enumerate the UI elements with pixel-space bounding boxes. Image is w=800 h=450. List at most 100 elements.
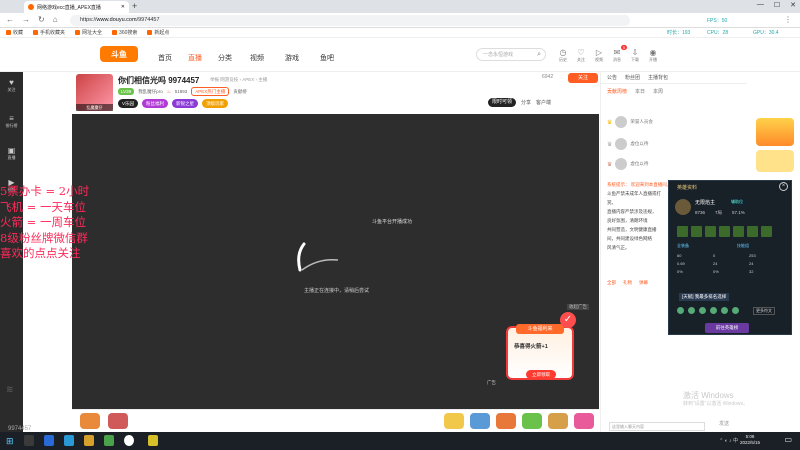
viewer-count: 6942 <box>542 74 554 80</box>
rank-row[interactable]: ♛ 荣誉人员会 <box>607 116 653 128</box>
anchor-name[interactable]: 我乱魔仔pro <box>138 89 163 95</box>
site-logo[interactable]: 斗鱼 <box>100 46 138 62</box>
home-icon[interactable]: ⌂ <box>53 15 58 24</box>
fps-label: FPS：50 <box>707 18 728 24</box>
follow-button[interactable]: 关注 <box>568 73 598 83</box>
tab-notice[interactable]: 公告 <box>607 74 617 81</box>
badge-top[interactable]: 顶级玩家 <box>202 99 229 108</box>
send-button[interactable]: 发送 <box>719 420 729 427</box>
bookmark-item[interactable]: 新起点 <box>147 29 169 36</box>
tab-backpack[interactable]: 主播背包 <box>648 74 668 81</box>
header-history[interactable]: ◷ 历史 <box>555 48 571 63</box>
sidebar-item-rank[interactable]: ≡ 排行榜 <box>0 114 23 129</box>
gift-item[interactable] <box>80 413 100 429</box>
browser-tab[interactable]: 网络游戏ecc直播_APEX直播 ✕ <box>24 1 129 13</box>
system-tray[interactable]: ⌃ ◐ ♪ 中 <box>719 437 738 444</box>
video-player[interactable]: 斗鱼平台开播成功 主播正在连接中，请稍后尝试 收起广告 斗鱼福利来 ✓ 恭喜得火… <box>72 114 599 409</box>
bookmark-item[interactable]: 收藏 <box>6 29 23 36</box>
client-button[interactable]: 客户端 <box>536 99 551 106</box>
maximize-icon[interactable]: ☐ <box>774 1 780 9</box>
limited-offer-button[interactable]: 限时可领 <box>488 98 517 107</box>
minimize-icon[interactable]: — <box>757 1 764 9</box>
taskbar-app-icon[interactable] <box>64 435 74 446</box>
ad-claim-button[interactable]: 立即领取 <box>526 370 556 379</box>
tab-close-icon[interactable]: ✕ <box>121 4 125 10</box>
gift-item[interactable] <box>496 413 516 429</box>
reload-icon[interactable]: ↻ <box>38 15 45 24</box>
gift-item[interactable] <box>470 413 490 429</box>
anchor-line: LV39 我乱魔仔pro ♨ 51893 APEX热门主播 贡献榜 <box>118 87 247 96</box>
search-input[interactable]: 一念永恒游戏 ⌕ <box>476 48 546 61</box>
hero-rank-button[interactable]: 前往英雄榜 <box>705 323 749 333</box>
promo-item[interactable] <box>756 118 794 146</box>
bookmark-item[interactable]: 网址大全 <box>75 29 102 36</box>
bookmark-item[interactable]: 360搜索 <box>112 29 137 36</box>
hot-icon: ♨ <box>166 88 171 94</box>
taskbar-app-icon[interactable] <box>148 435 158 446</box>
nav-games[interactable]: 游戏 <box>285 53 299 63</box>
search-icon[interactable]: ⌕ <box>537 49 541 61</box>
rank-tab[interactable]: 贡献周榜 <box>607 88 627 95</box>
apex-tag[interactable]: APEX热门主播 <box>191 87 230 96</box>
contrib-tag[interactable]: 贡献榜 <box>233 89 247 95</box>
more-runes-button[interactable]: 更多符文 <box>753 307 775 315</box>
chat-tab[interactable]: 弹幕 <box>639 280 648 286</box>
taskbar-app-icon[interactable] <box>124 435 134 446</box>
forward-icon[interactable]: → <box>22 15 30 24</box>
new-tab-button[interactable]: + <box>132 1 137 11</box>
tab-fans[interactable]: 粉丝团 <box>625 74 640 81</box>
badge-star[interactable]: 新锐之星 <box>172 99 199 108</box>
bookmark-item[interactable]: 手机收藏夹 <box>33 29 65 36</box>
url-scheme: https:// <box>80 17 97 23</box>
chat-line: 共同营造，文明健康直播 <box>607 227 657 232</box>
broadcast-icon: ◉ <box>649 48 657 57</box>
gift-item[interactable] <box>574 413 594 429</box>
badge-vpark[interactable]: V乐园 <box>118 99 139 108</box>
close-window-icon[interactable]: ✕ <box>790 1 796 9</box>
notification-icon[interactable]: ▭ <box>784 435 792 444</box>
sidebar-item-follow[interactable]: ♥ 关注 <box>0 78 23 93</box>
chat-tab[interactable]: 全部 <box>607 280 616 286</box>
gift-item[interactable] <box>522 413 542 429</box>
gift-item[interactable] <box>548 413 568 429</box>
taskbar-app-icon[interactable] <box>24 435 34 446</box>
chat-tab[interactable]: 礼物 <box>623 280 632 286</box>
promo-item[interactable] <box>756 150 794 172</box>
rank-tab[interactable]: 本日 <box>635 88 645 95</box>
taskbar-app-icon[interactable] <box>44 435 54 446</box>
windows-start-icon[interactable]: ⊞ <box>6 436 14 447</box>
badge-fans[interactable]: 粉丝福利 <box>142 99 169 108</box>
room-categories[interactable]: 举报 网游竞技 › APEX › 主播 <box>210 77 267 83</box>
taskbar-app-icon[interactable] <box>84 435 94 446</box>
reward-ad[interactable]: 斗鱼福利来 ✓ 恭喜得火箭+1 立即领取 <box>502 312 580 387</box>
anchor-avatar[interactable]: 乱魔魔仔 <box>76 74 113 111</box>
share-button[interactable]: 分享 <box>521 99 531 106</box>
nav-fishbar[interactable]: 鱼吧 <box>320 53 334 63</box>
gift-item[interactable] <box>444 413 464 429</box>
url-input[interactable]: https://www.douyu.com/9974457 <box>70 15 630 26</box>
rank-row[interactable]: ♛ 虚位以待 <box>607 138 648 150</box>
nav-live[interactable]: 直播 <box>188 53 202 63</box>
rune-icon <box>688 307 695 314</box>
back-icon[interactable]: ← <box>6 15 14 24</box>
chat-input[interactable]: 这里输入聊天内容 <box>609 422 705 431</box>
gift-item[interactable] <box>108 413 128 429</box>
nav-category[interactable]: 分类 <box>218 53 232 63</box>
header-broadcast[interactable]: ◉ 开播 <box>645 48 661 63</box>
sidebar-item-live[interactable]: ▣ 直播 <box>0 146 23 161</box>
nav-video[interactable]: 视频 <box>250 53 264 63</box>
header-message[interactable]: ✉ 消息 5 <box>609 45 627 63</box>
taskbar-app-icon[interactable] <box>104 435 114 446</box>
rank-tab[interactable]: 本周 <box>653 88 663 95</box>
crown-icon: ♛ <box>607 161 613 168</box>
rank-row[interactable]: ♛ 虚位以待 <box>607 158 648 170</box>
header-follow[interactable]: ♡ 关注 <box>573 48 589 63</box>
cpu-label: CPU：28 <box>707 30 729 36</box>
close-icon[interactable]: × <box>779 182 788 191</box>
header-download[interactable]: ⇩ 下载 <box>627 48 643 63</box>
collapse-ad-button[interactable]: 收起广告 <box>567 304 589 310</box>
nav-home[interactable]: 首页 <box>158 53 172 63</box>
taskbar-clock[interactable]: 5:08 2022/5/15 <box>740 434 760 446</box>
search-icon <box>112 30 118 35</box>
header-video[interactable]: ▷ 视频 <box>591 48 607 63</box>
